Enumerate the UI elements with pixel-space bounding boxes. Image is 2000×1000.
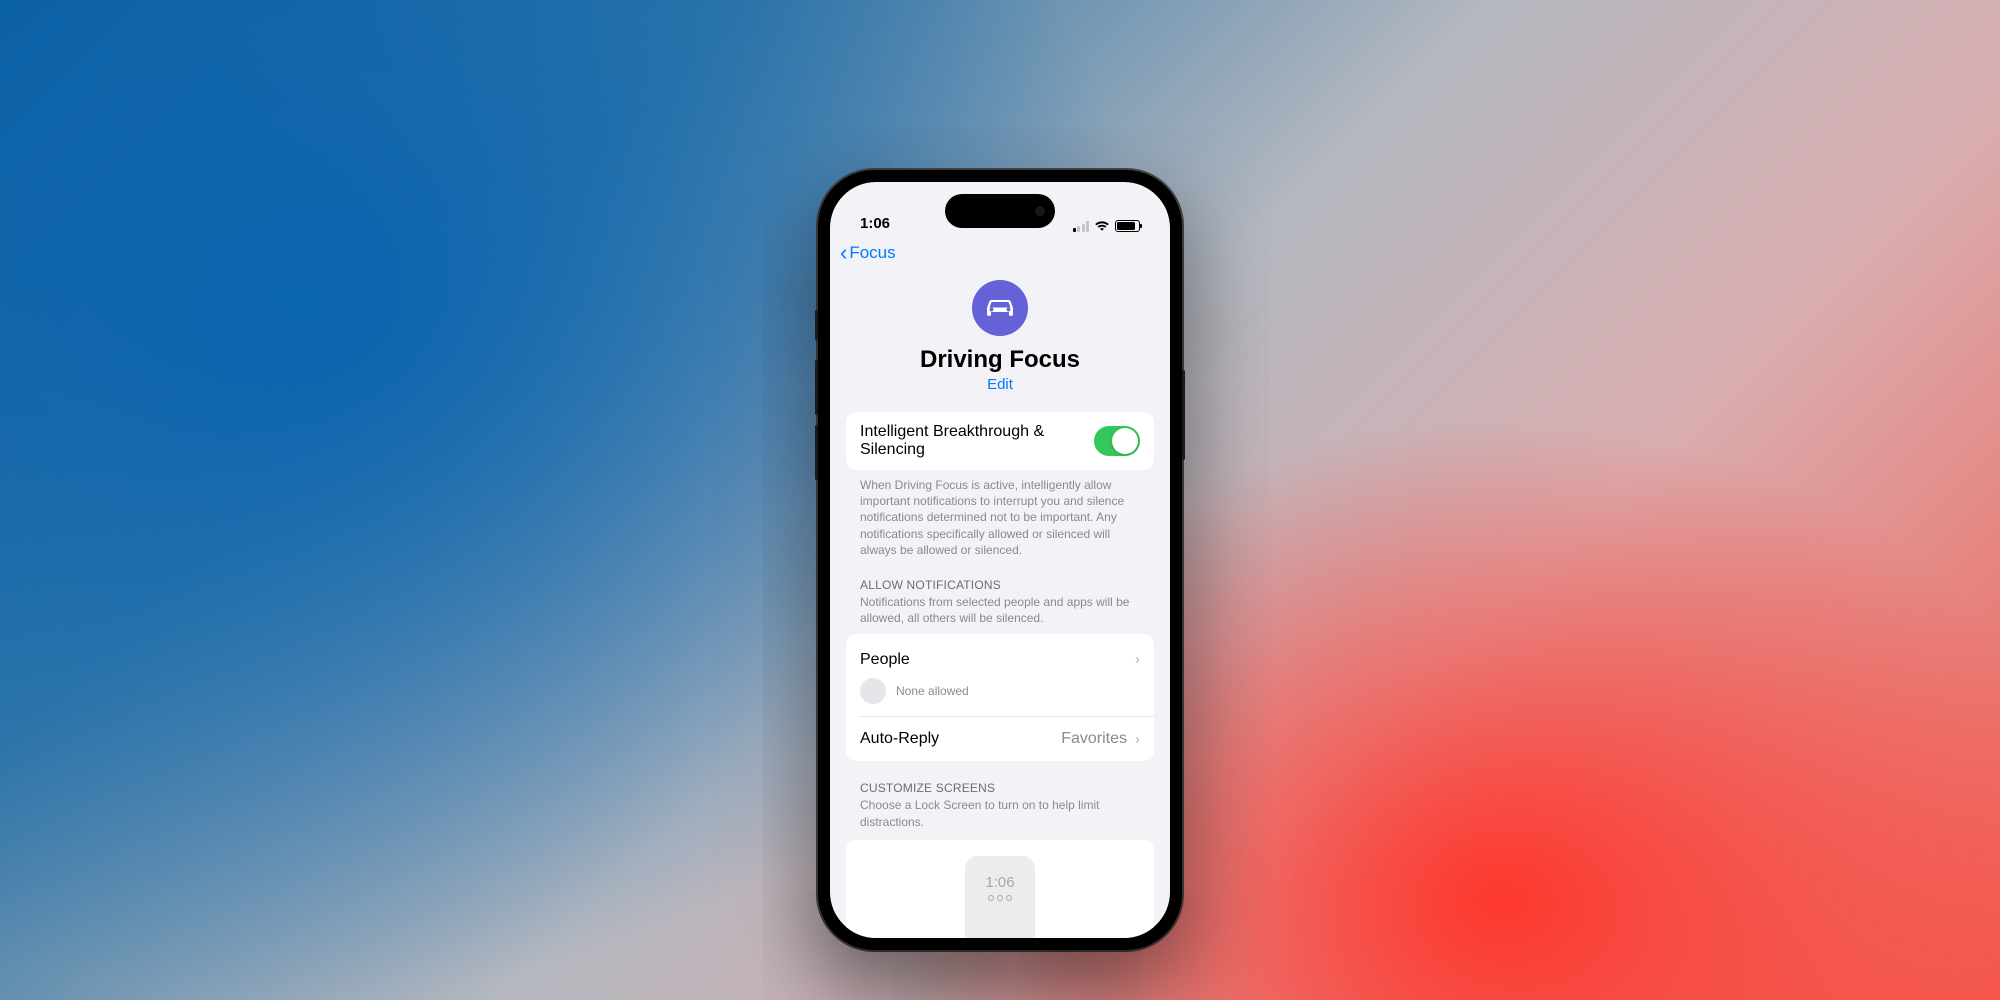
- back-label: Focus: [849, 243, 895, 263]
- preview-widgets-icon: [988, 895, 1012, 901]
- back-button[interactable]: ‹ Focus: [840, 242, 896, 264]
- allow-sub: Notifications from selected people and a…: [846, 594, 1154, 634]
- battery-icon: [1115, 220, 1140, 232]
- intelligent-label: Intelligent Breakthrough & Silencing: [860, 423, 1094, 459]
- side-button: [815, 310, 818, 340]
- status-time: 1:06: [860, 215, 890, 232]
- customize-sub: Choose a Lock Screen to turn on to help …: [846, 797, 1154, 837]
- chevron-right-icon: ›: [1135, 651, 1140, 668]
- people-label: People: [860, 651, 910, 669]
- people-empty-label: None allowed: [896, 684, 969, 698]
- customize-card: 1:06: [846, 840, 1154, 938]
- dynamic-island: [945, 194, 1055, 228]
- intelligent-row: Intelligent Breakthrough & Silencing: [846, 412, 1154, 470]
- preview-time: 1:06: [985, 874, 1014, 891]
- customize-header: CUSTOMIZE SCREENS: [846, 761, 1154, 797]
- intelligent-footer: When Driving Focus is active, intelligen…: [846, 470, 1154, 558]
- lockscreen-preview[interactable]: 1:06: [965, 856, 1035, 938]
- iphone-frame: 1:06 ‹ Focus Driving Focus Edit Int: [818, 170, 1182, 950]
- edit-button[interactable]: Edit: [987, 376, 1013, 393]
- page-header: Driving Focus Edit: [830, 272, 1170, 412]
- people-empty: None allowed: [846, 678, 1154, 716]
- avatar-placeholder-icon: [860, 678, 886, 704]
- allow-header: ALLOW NOTIFICATIONS: [846, 558, 1154, 594]
- chevron-right-icon: ›: [1135, 731, 1140, 748]
- wifi-icon: [1094, 220, 1110, 232]
- screen: 1:06 ‹ Focus Driving Focus Edit Int: [830, 182, 1170, 938]
- intelligent-toggle[interactable]: [1094, 426, 1140, 456]
- autoreply-row[interactable]: Auto-Reply Favorites ›: [846, 717, 1154, 761]
- page-title: Driving Focus: [830, 346, 1170, 374]
- autoreply-value: Favorites: [1061, 730, 1127, 748]
- intelligent-card: Intelligent Breakthrough & Silencing: [846, 412, 1154, 470]
- cellular-signal-icon: [1073, 221, 1090, 232]
- chevron-left-icon: ‹: [840, 242, 847, 264]
- allow-card: People › None allowed Auto-Reply Favorit…: [846, 634, 1154, 761]
- volume-up-button: [815, 360, 818, 415]
- people-row[interactable]: People ›: [846, 634, 1154, 678]
- volume-down-button: [815, 425, 818, 480]
- car-icon: [972, 280, 1028, 336]
- power-button: [1182, 370, 1185, 460]
- autoreply-label: Auto-Reply: [860, 730, 939, 748]
- nav-bar: ‹ Focus: [830, 236, 1170, 272]
